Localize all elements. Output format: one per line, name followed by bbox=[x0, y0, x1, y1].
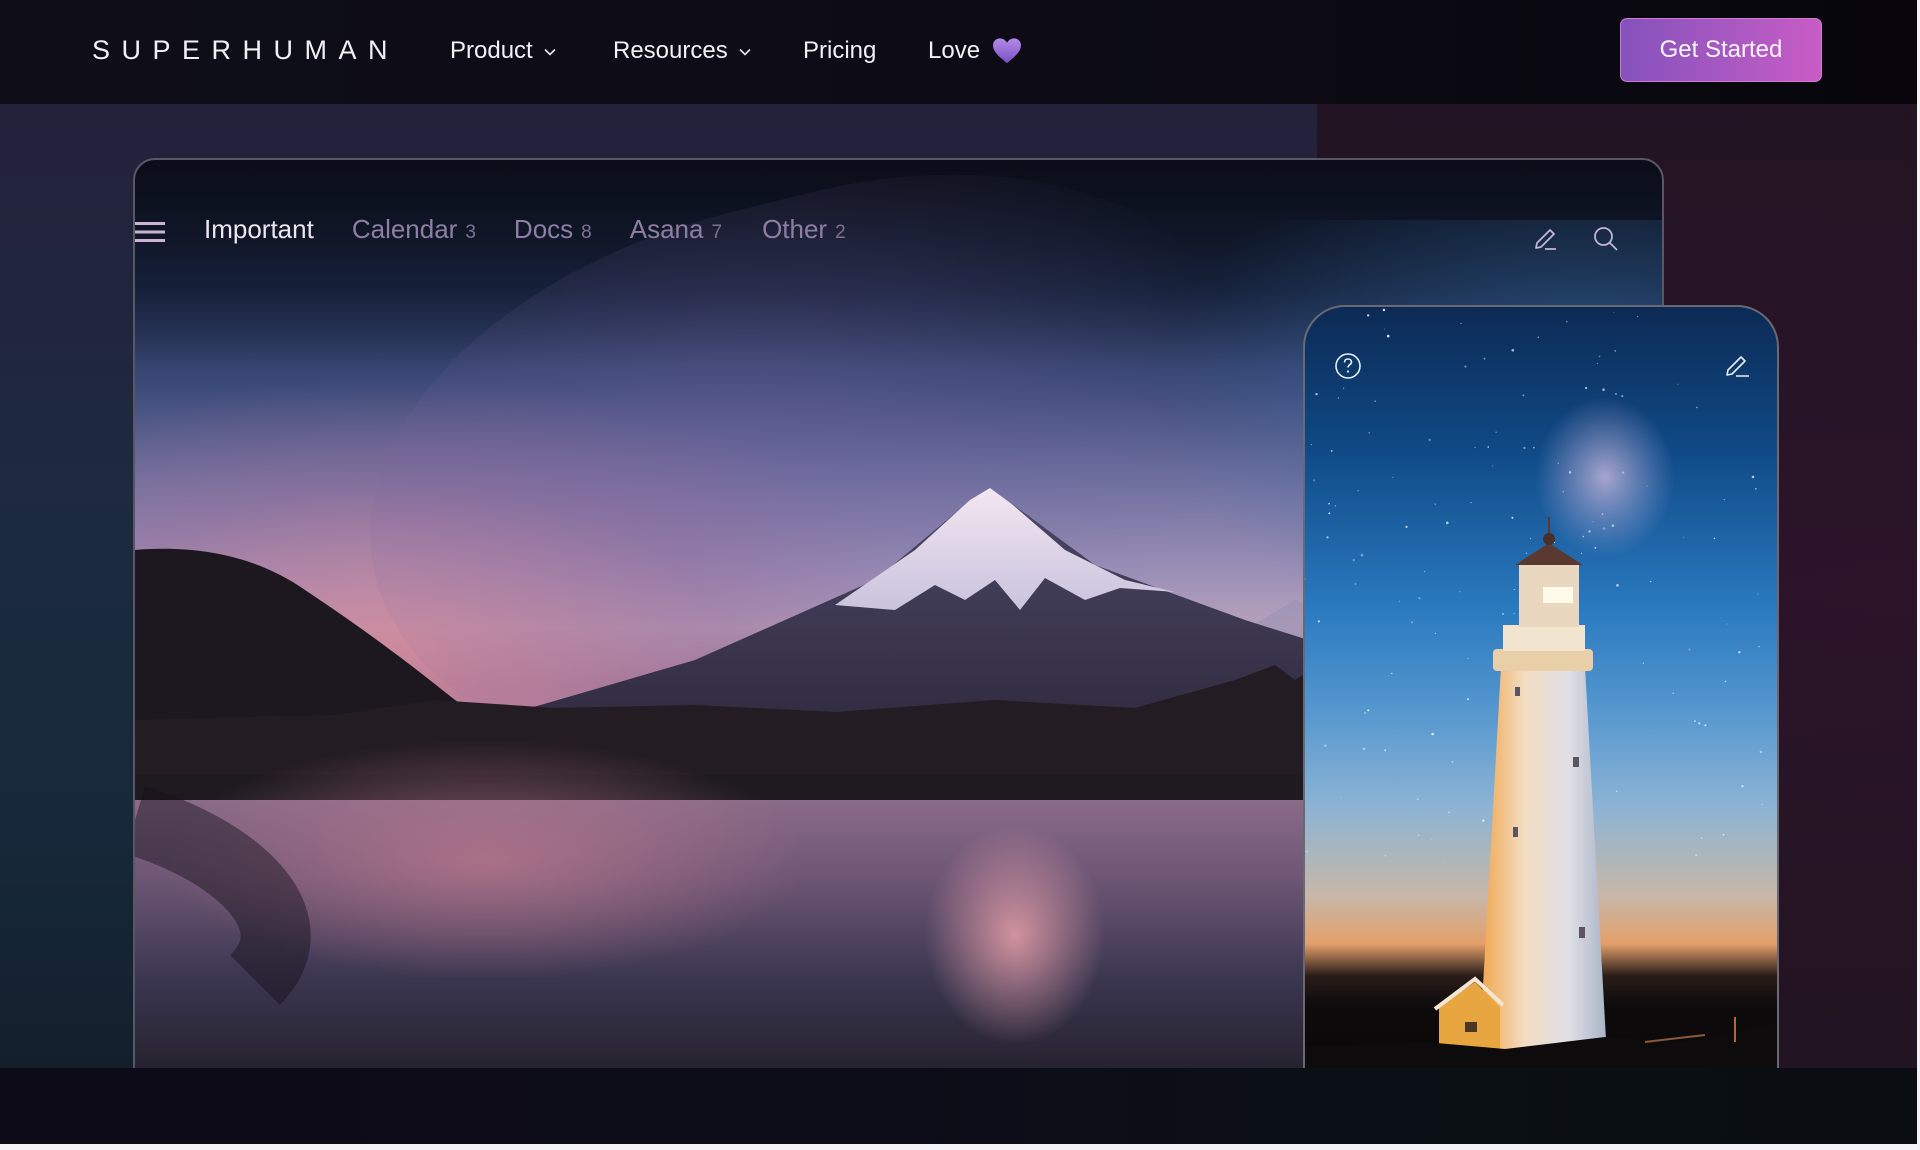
nav-pricing-label: Pricing bbox=[803, 37, 877, 64]
tab-label: Important bbox=[204, 214, 314, 244]
tab-other[interactable]: Other 2 bbox=[762, 214, 846, 245]
nav-pricing[interactable]: Pricing bbox=[803, 34, 876, 68]
help-icon[interactable] bbox=[1333, 351, 1363, 381]
split-inbox-tabs: Important Calendar 3 Docs 8 Asana 7 Other 2 bbox=[204, 214, 884, 245]
nav-product[interactable]: Product bbox=[450, 34, 557, 68]
top-nav: SUPERHUMAN Product Resources Pricing Lov… bbox=[0, 0, 1917, 104]
tab-label: Docs bbox=[513, 214, 574, 244]
hero-section: Important Calendar 3 Docs 8 Asana 7 Other 2 bbox=[0, 104, 1917, 1068]
superhuman-logo[interactable]: SUPERHUMAN bbox=[92, 34, 399, 66]
nav-love[interactable]: Love bbox=[928, 34, 1022, 68]
search-icon[interactable] bbox=[1591, 224, 1621, 254]
nav-product-label: Product bbox=[450, 37, 533, 64]
tab-docs[interactable]: Docs 8 bbox=[514, 214, 592, 245]
hamburger-icon[interactable] bbox=[135, 220, 165, 244]
tab-label: Other bbox=[762, 214, 828, 244]
desktop-tab-bar: Important Calendar 3 Docs 8 Asana 7 Other 2 bbox=[135, 160, 1662, 270]
nav-resources[interactable]: Resources bbox=[613, 34, 752, 68]
compose-icon[interactable] bbox=[1531, 224, 1561, 254]
tab-calendar[interactable]: Calendar 3 bbox=[352, 214, 476, 245]
compose-icon[interactable] bbox=[1723, 351, 1753, 381]
tab-count: 7 bbox=[711, 222, 723, 243]
tab-asana[interactable]: Asana 7 bbox=[630, 214, 722, 245]
tab-label: Calendar bbox=[351, 214, 458, 244]
tab-label: Asana bbox=[629, 214, 704, 244]
chevron-down-icon bbox=[739, 48, 751, 56]
lighthouse-image bbox=[1305, 397, 1777, 1068]
tab-count: 2 bbox=[835, 222, 846, 243]
bottom-section bbox=[0, 1068, 1917, 1144]
tab-count: 3 bbox=[465, 222, 476, 243]
chevron-down-icon bbox=[544, 48, 556, 56]
nav-resources-label: Resources bbox=[613, 37, 728, 64]
nav-love-label: Love bbox=[928, 37, 981, 64]
tab-important[interactable]: Important bbox=[204, 214, 314, 245]
mobile-app-window bbox=[1303, 305, 1779, 1068]
get-started-button[interactable]: Get Started bbox=[1620, 18, 1822, 82]
tab-count: 8 bbox=[581, 222, 592, 243]
purple-heart-icon bbox=[993, 38, 1022, 64]
